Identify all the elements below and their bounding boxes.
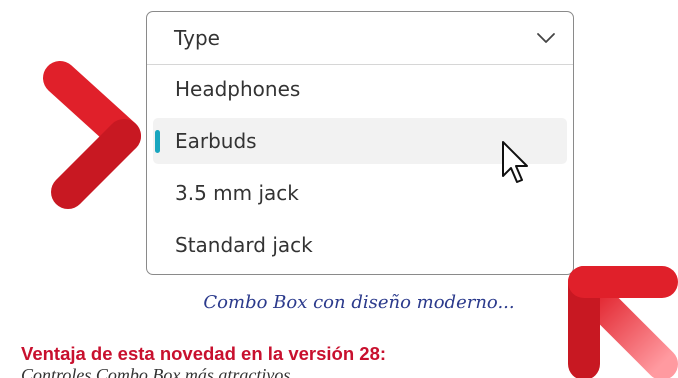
option-label: Headphones <box>175 77 301 101</box>
option-label: Standard jack <box>175 233 313 257</box>
advantage-title: Ventaja de esta novedad en la versión 28… <box>21 343 387 364</box>
combo-box-selected-label: Type <box>174 26 220 50</box>
selection-indicator <box>155 130 160 153</box>
option-label: Earbuds <box>175 129 257 153</box>
advantage-text: Controles Combo Box más atractivos... <box>21 365 304 378</box>
image-caption: Combo Box con diseño moderno... <box>203 292 515 313</box>
annotation-arrow-left-icon <box>0 61 141 209</box>
chevron-down-icon[interactable] <box>535 30 557 46</box>
option-standard-jack[interactable]: Standard jack <box>153 222 567 268</box>
annotation-arrow-right-icon <box>568 266 678 378</box>
option-headphones[interactable]: Headphones <box>153 66 567 112</box>
mouse-pointer-icon <box>502 141 528 183</box>
combo-box-header[interactable]: Type <box>147 12 573 65</box>
option-label: 3.5 mm jack <box>175 181 299 205</box>
